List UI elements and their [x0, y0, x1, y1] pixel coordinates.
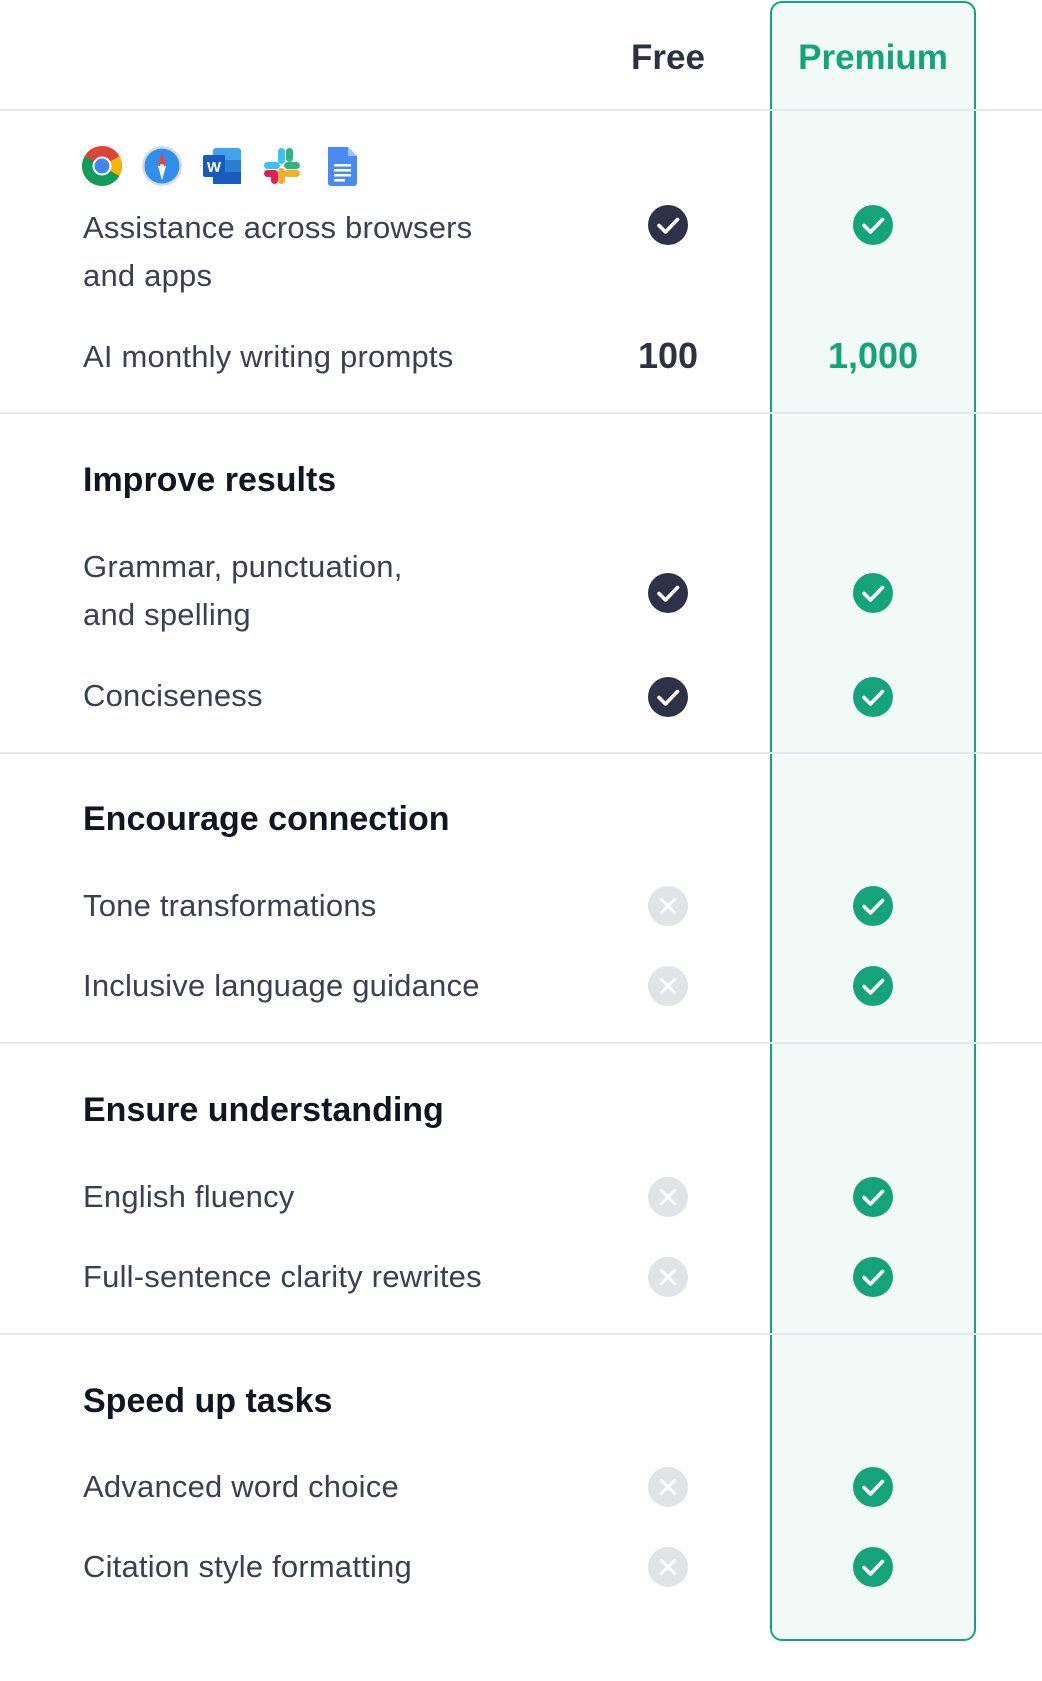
ai-prompts-free-value: 100: [637, 335, 699, 376]
free-unavailable-icon: [647, 1176, 689, 1218]
section-title-ensure-understanding: Ensure understanding: [83, 1091, 444, 1129]
divider: [0, 1042, 1042, 1044]
free-check-icon: [647, 676, 689, 718]
divider: [0, 1333, 1042, 1335]
feature-conciseness: Conciseness: [83, 678, 263, 713]
feature-grammar-line1: Grammar, punctuation,: [83, 549, 403, 584]
safari-icon: [141, 145, 183, 187]
free-check-icon: [647, 572, 689, 614]
chrome-icon: [81, 145, 123, 187]
google-docs-icon: [321, 145, 363, 187]
free-unavailable-icon: [647, 1466, 689, 1508]
divider: [0, 412, 1042, 414]
divider: [0, 752, 1042, 754]
word-icon: W: [201, 145, 243, 187]
section-title-encourage-connection: Encourage connection: [83, 800, 450, 838]
premium-column-highlight: [770, 1, 976, 1641]
feature-advanced-word-choice: Advanced word choice: [83, 1469, 399, 1504]
premium-check-icon: [852, 1256, 894, 1298]
free-unavailable-icon: [647, 1256, 689, 1298]
feature-browsers-apps-line1: Assistance across browsers: [83, 210, 473, 245]
feature-ai-prompts: AI monthly writing prompts: [83, 339, 454, 374]
premium-check-icon: [852, 572, 894, 614]
premium-check-icon: [852, 1546, 894, 1588]
premium-check-icon: [852, 1466, 894, 1508]
svg-text:W: W: [207, 159, 222, 176]
feature-tone-transformations: Tone transformations: [83, 888, 377, 923]
premium-check-icon: [852, 676, 894, 718]
feature-citation-formatting: Citation style formatting: [83, 1549, 412, 1584]
feature-grammar-line2: and spelling: [83, 597, 251, 632]
feature-inclusive-language: Inclusive language guidance: [83, 968, 480, 1003]
supported-apps-row: W: [81, 145, 363, 187]
feature-english-fluency: English fluency: [83, 1179, 295, 1214]
free-plan-header: Free: [631, 38, 705, 77]
free-unavailable-icon: [647, 965, 689, 1007]
feature-browsers-apps-line2: and apps: [83, 258, 213, 293]
section-title-speed-up-tasks: Speed up tasks: [83, 1382, 333, 1420]
free-check-icon: [647, 204, 689, 246]
section-title-improve-results: Improve results: [83, 461, 337, 499]
premium-check-icon: [852, 204, 894, 246]
premium-check-icon: [852, 885, 894, 927]
slack-icon: [261, 145, 303, 187]
divider: [0, 109, 1042, 111]
ai-prompts-premium-value: 1,000: [827, 335, 919, 376]
feature-clarity-rewrites: Full-sentence clarity rewrites: [83, 1259, 482, 1294]
premium-plan-header: Premium: [798, 38, 948, 77]
premium-check-icon: [852, 965, 894, 1007]
premium-check-icon: [852, 1176, 894, 1218]
free-unavailable-icon: [647, 885, 689, 927]
free-unavailable-icon: [647, 1546, 689, 1588]
